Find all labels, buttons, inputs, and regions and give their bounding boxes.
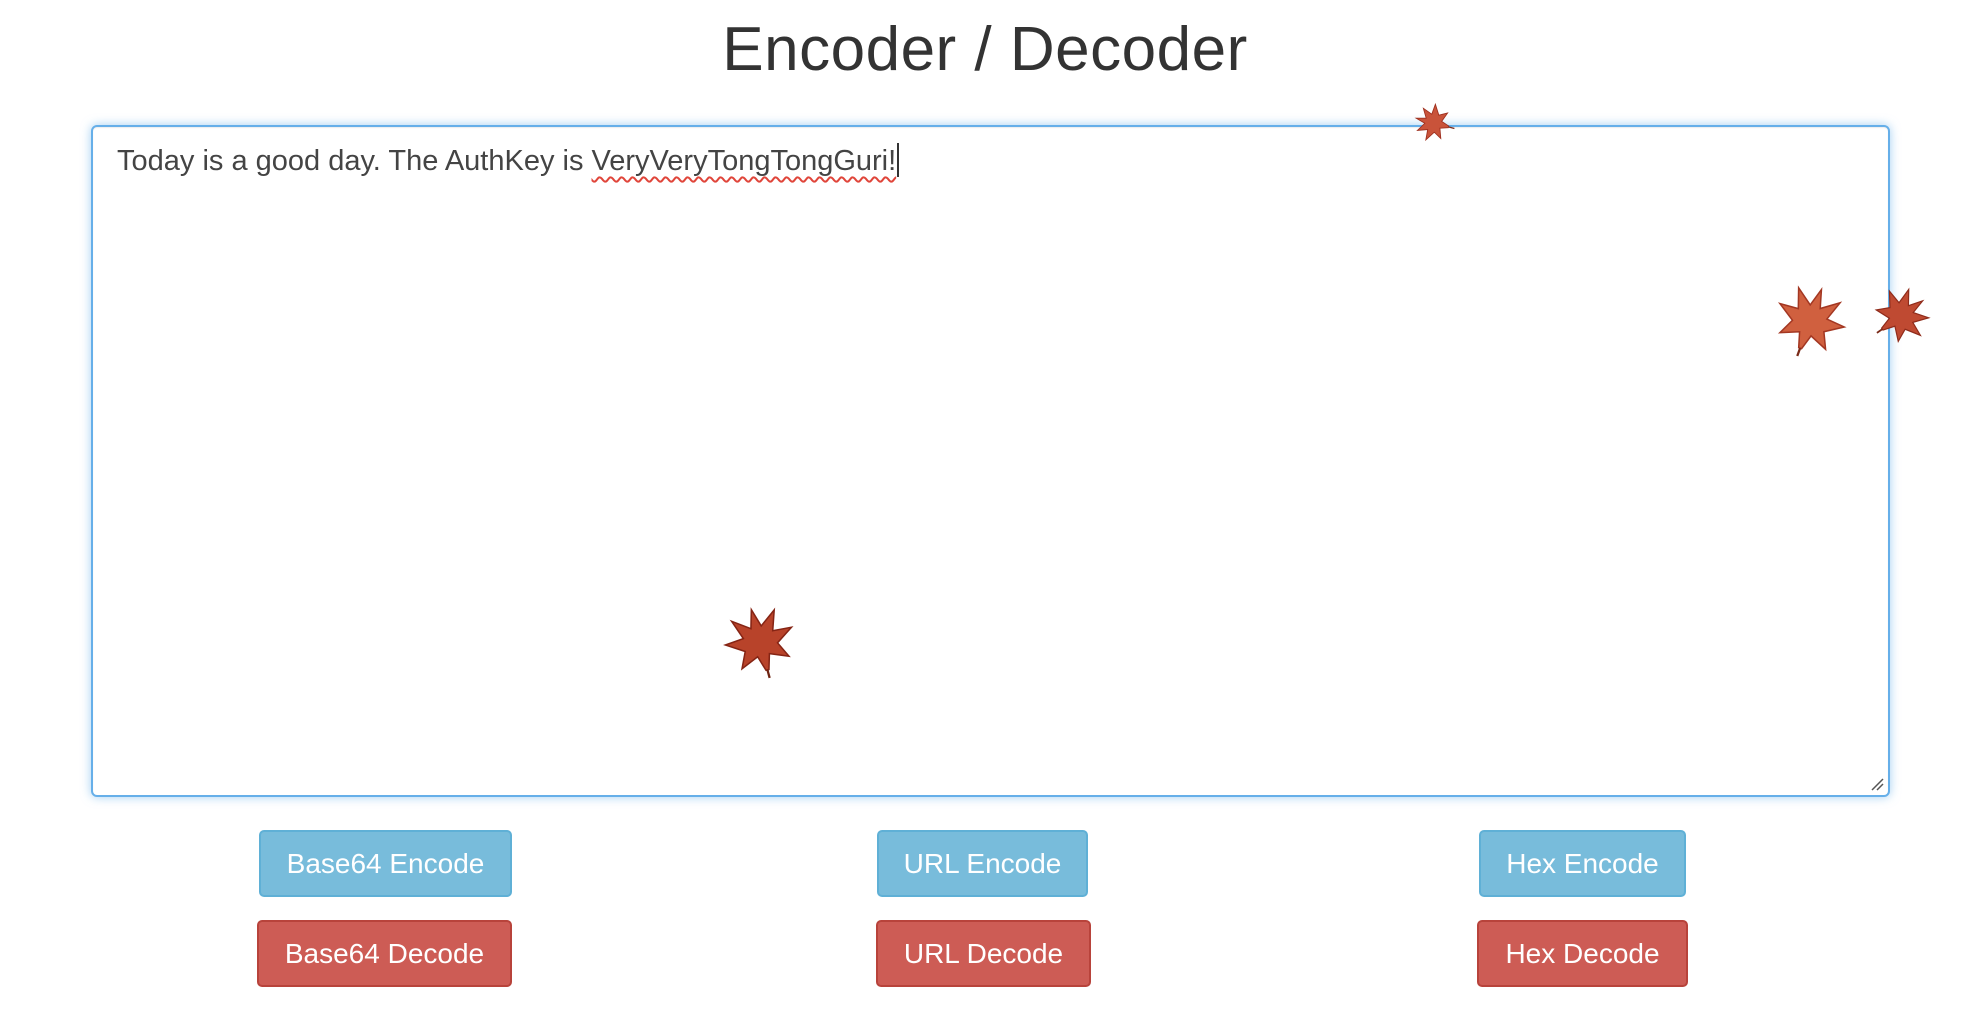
hex-decode-button[interactable]: Hex Decode [1477, 920, 1688, 987]
base64-decode-button[interactable]: Base64 Decode [257, 920, 512, 987]
resize-handle-icon[interactable] [1870, 777, 1884, 791]
misspelled-word: VeryVeryTongTongGuri! [591, 145, 897, 177]
base64-encode-button[interactable]: Base64 Encode [259, 830, 512, 897]
text-plain: Today is a good day. The AuthKey is [117, 145, 592, 177]
url-decode-button[interactable]: URL Decode [876, 920, 1091, 987]
text-input-area[interactable]: Today is a good day. The AuthKey is Very… [91, 125, 1890, 797]
maple-leaf-icon [1777, 285, 1847, 357]
text-caret [897, 143, 900, 177]
maple-leaf-icon [1414, 102, 1455, 142]
maple-leaf-icon [1874, 287, 1931, 344]
text-content: Today is a good day. The AuthKey is Very… [117, 143, 900, 178]
url-encode-button[interactable]: URL Encode [877, 830, 1088, 897]
hex-encode-button[interactable]: Hex Encode [1479, 830, 1686, 897]
maple-leaf-icon [723, 607, 794, 679]
page-title: Encoder / Decoder [722, 15, 1248, 84]
